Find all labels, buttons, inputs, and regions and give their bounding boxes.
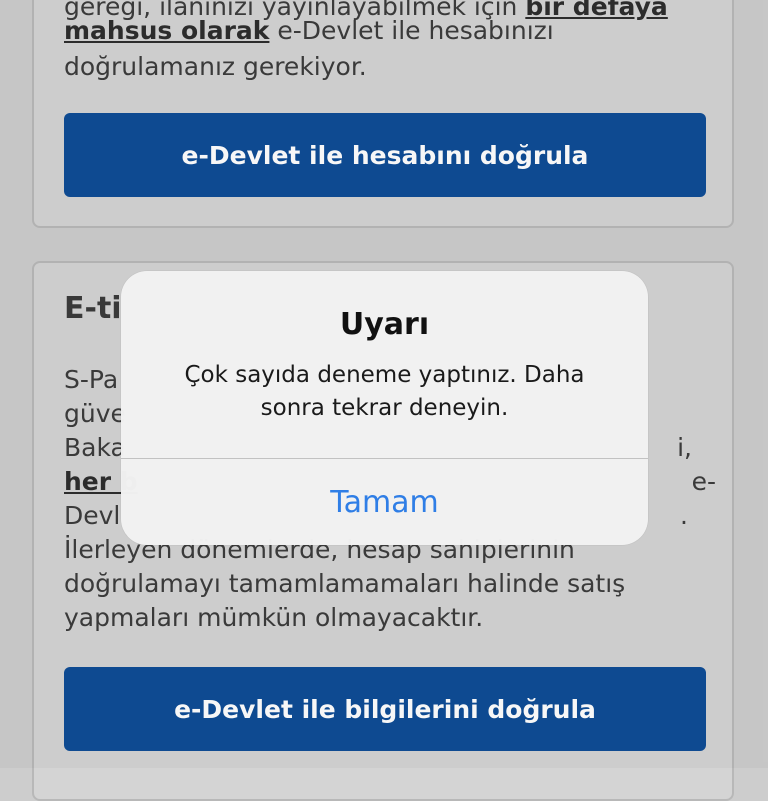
- alert-title: Uyarı: [339, 307, 430, 342]
- alert-message: Çok sayıda deneme yaptınız. Daha sonra t…: [184, 362, 585, 421]
- alert-dialog: Uyarı Çok sayıda deneme yaptınız. Daha s…: [121, 271, 648, 545]
- alert-ok-button[interactable]: Tamam: [121, 459, 648, 545]
